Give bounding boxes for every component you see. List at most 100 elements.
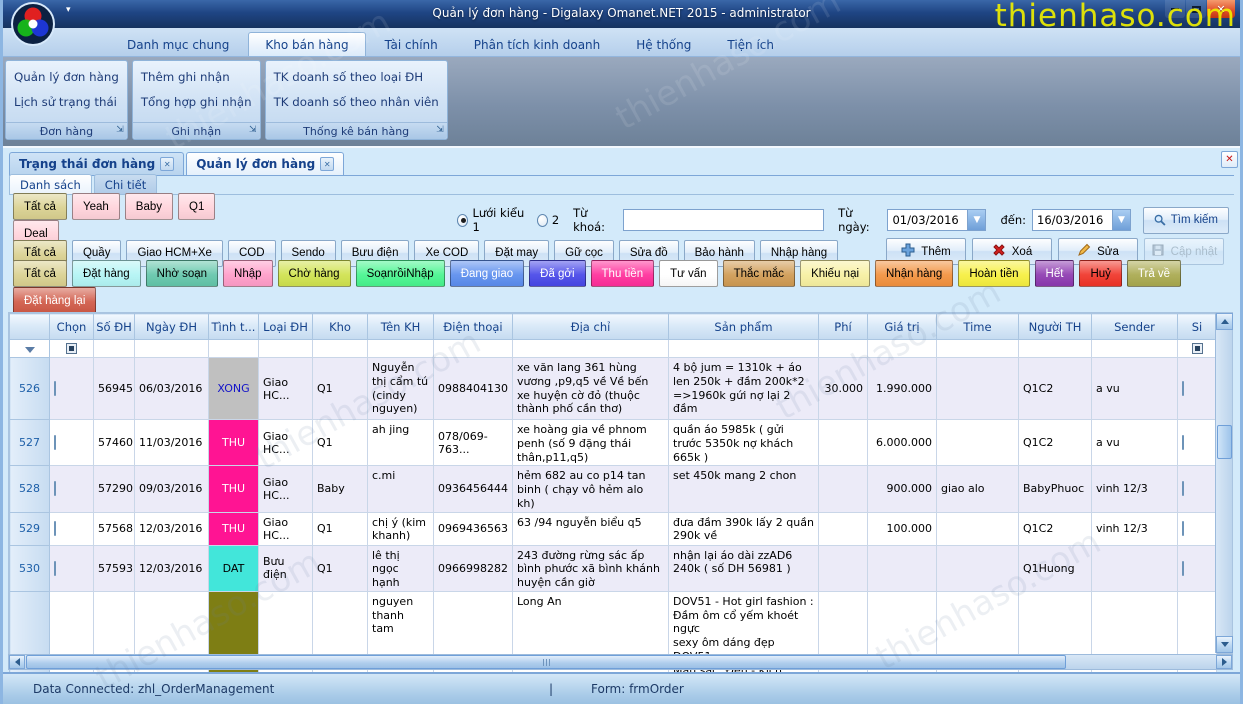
column-header-dia_chi[interactable]: Địa chỉ: [513, 314, 669, 340]
ribbon-tab-kho-ban-hang[interactable]: Kho bán hàng: [248, 32, 365, 56]
maximize-button[interactable]: [1186, 0, 1206, 18]
horizontal-scroll-thumb[interactable]: [26, 655, 1066, 669]
ribbon-tab-danh-muc-chung[interactable]: Danh mục chung: [110, 32, 246, 56]
to-date-input[interactable]: [1033, 210, 1112, 230]
ribbon-tab-he-thong[interactable]: Hệ thống: [619, 32, 708, 56]
tab-close-icon[interactable]: ✕: [160, 157, 174, 171]
filter-cell-loai[interactable]: [259, 340, 313, 358]
status-button-dat-hang-lai[interactable]: Đặt hàng lại: [13, 287, 96, 314]
filter-button-tat-ca[interactable]: Tất cả: [13, 193, 67, 220]
filter-cell-sender[interactable]: [1092, 340, 1178, 358]
filter-cell-ten_kh[interactable]: [368, 340, 434, 358]
ribbon-tab-tai-chinh[interactable]: Tài chính: [368, 32, 455, 56]
filter-checkbox[interactable]: [1192, 343, 1203, 354]
row-checkbox[interactable]: [54, 521, 56, 536]
filter-button-q1[interactable]: Q1: [178, 193, 215, 220]
to-date-combo[interactable]: ▼: [1032, 209, 1131, 231]
close-button[interactable]: ✕: [1207, 0, 1235, 18]
status-button-nhap[interactable]: Nhập: [223, 260, 273, 287]
column-header-sender[interactable]: Sender: [1092, 314, 1178, 340]
table-row[interactable]: 5275746011/03/2016THUGiao HC...Q1ah jing…: [10, 420, 1217, 466]
status-button-het[interactable]: Hết: [1035, 260, 1075, 287]
status-button-soanroinhap[interactable]: SoạnrồiNhập: [356, 260, 445, 287]
table-row[interactable]: 5305759312/03/2016DATBưu điệnQ1lê thị ng…: [10, 545, 1217, 591]
ribbon-item-tong-hop-ghi-nhan[interactable]: Tổng hợp ghi nhận: [133, 89, 260, 114]
status-button-tu-van[interactable]: Tư vấn: [659, 260, 717, 287]
from-date-input[interactable]: [888, 210, 967, 230]
status-button-da-goi[interactable]: Đã gởi: [529, 260, 585, 287]
ribbon-item-quan-ly-don-hang[interactable]: Quản lý đơn hàng: [6, 64, 127, 89]
column-header-loai[interactable]: Loại ĐH: [259, 314, 313, 340]
row-checkbox[interactable]: [1182, 381, 1184, 396]
app-logo-color-wheel-icon[interactable]: [11, 2, 55, 46]
filter-cell-dia_chi[interactable]: [513, 340, 669, 358]
ribbon-tab-tien-ich[interactable]: Tiện ích: [710, 32, 791, 56]
filter-cell-phi[interactable]: [819, 340, 868, 358]
dialog-launcher-icon[interactable]: ⇲: [436, 125, 444, 135]
grid-style-1-radio[interactable]: [457, 214, 468, 227]
doc-tab-trang-thai-don-hang[interactable]: Trạng thái đơn hàng✕: [9, 152, 184, 175]
ribbon-item-lich-su-trang-thai[interactable]: Lịch sử trạng thái: [6, 89, 127, 114]
row-checkbox[interactable]: [1182, 561, 1184, 576]
filter-cell-nguoi_th[interactable]: [1019, 340, 1092, 358]
column-header-kho[interactable]: Kho: [313, 314, 368, 340]
column-header-chon[interactable]: Chọn: [50, 314, 94, 340]
row-checkbox[interactable]: [54, 561, 56, 576]
status-button-cho-hang[interactable]: Chờ hàng: [278, 260, 351, 287]
column-header-tinh_trang[interactable]: Tình t...: [209, 314, 259, 340]
status-button-hoan-tien[interactable]: Hoàn tiền: [958, 260, 1029, 287]
column-header-phi[interactable]: Phí: [819, 314, 868, 340]
filter-cell-gia_tri[interactable]: [868, 340, 937, 358]
status-button-tra-ve[interactable]: Trả về: [1127, 260, 1181, 287]
column-header-ten_kh[interactable]: Tên KH: [368, 314, 434, 340]
ribbon-tab-phan-tich-kinh-doanh[interactable]: Phân tích kinh doanh: [457, 32, 618, 56]
row-checkbox[interactable]: [54, 435, 56, 450]
filter-cell-dien_thoai[interactable]: [434, 340, 513, 358]
filter-cell-san_pham[interactable]: [669, 340, 819, 358]
from-date-combo[interactable]: ▼: [887, 209, 986, 231]
scroll-right-button[interactable]: [1216, 655, 1232, 669]
row-checkbox[interactable]: [1182, 481, 1184, 496]
column-header-si[interactable]: Si: [1178, 314, 1217, 340]
row-checkbox[interactable]: [1182, 435, 1184, 450]
scroll-up-button[interactable]: [1216, 313, 1233, 330]
keyword-input[interactable]: [623, 209, 824, 231]
vertical-scroll-thumb[interactable]: [1217, 425, 1232, 459]
table-row[interactable]: 5295756812/03/2016THUGiao HC...Q1chị ý (…: [10, 512, 1217, 545]
column-header-san_pham[interactable]: Sản phẩm: [669, 314, 819, 340]
status-button-tat-ca[interactable]: Tất cả: [13, 260, 67, 287]
filter-checkbox[interactable]: [66, 343, 77, 354]
grid-style-2-radio[interactable]: [537, 214, 548, 227]
search-button[interactable]: Tìm kiếm: [1143, 207, 1229, 234]
column-header-dien_thoai[interactable]: Điện thoại: [434, 314, 513, 340]
column-header-ngay[interactable]: Ngày ĐH: [135, 314, 209, 340]
table-row[interactable]: 5285729009/03/2016THUGiao HC...Babyc.mi0…: [10, 466, 1217, 512]
filter-cell-time[interactable]: [937, 340, 1019, 358]
vertical-scrollbar[interactable]: [1215, 313, 1232, 653]
ribbon-item-tk-doanh-so-theo-loai-dh[interactable]: TK doanh số theo loại ĐH: [266, 64, 447, 89]
filter-button-baby[interactable]: Baby: [125, 193, 173, 220]
horizontal-scrollbar[interactable]: [8, 654, 1233, 670]
dialog-launcher-icon[interactable]: ⇲: [249, 125, 257, 135]
row-checkbox[interactable]: [1182, 521, 1184, 536]
sub-tab-danh-sach[interactable]: Danh sách: [9, 174, 92, 194]
column-header-nguoi_th[interactable]: Người TH: [1019, 314, 1092, 340]
ribbon-item-tk-doanh-so-theo-nhan-vien[interactable]: TK doanh số theo nhân viên: [266, 89, 447, 114]
status-button-dang-giao[interactable]: Đang giao: [450, 260, 524, 287]
filter-button-yeah[interactable]: Yeah: [72, 193, 120, 220]
auto-filter-cell[interactable]: [10, 340, 50, 358]
from-date-chevron-down-icon[interactable]: ▼: [967, 210, 985, 230]
scroll-down-button[interactable]: [1216, 636, 1233, 653]
to-date-chevron-down-icon[interactable]: ▼: [1112, 210, 1130, 230]
row-checkbox[interactable]: [54, 381, 56, 396]
status-button-nho-soan[interactable]: Nhờ soạn: [146, 260, 218, 287]
status-button-thac-mac[interactable]: Thắc mắc: [723, 260, 796, 287]
status-button-khieu-nai[interactable]: Khiếu nại: [800, 260, 870, 287]
status-button-nhan-hang[interactable]: Nhận hàng: [875, 260, 953, 287]
filter-cell-kho[interactable]: [313, 340, 368, 358]
filter-cell-chon[interactable]: [50, 340, 94, 358]
status-button-huy[interactable]: Huỷ: [1079, 260, 1121, 287]
status-button-thu-tien[interactable]: Thu tiền: [591, 260, 655, 287]
column-header-so_dh[interactable]: Số ĐH: [94, 314, 135, 340]
filter-cell-so_dh[interactable]: [94, 340, 135, 358]
